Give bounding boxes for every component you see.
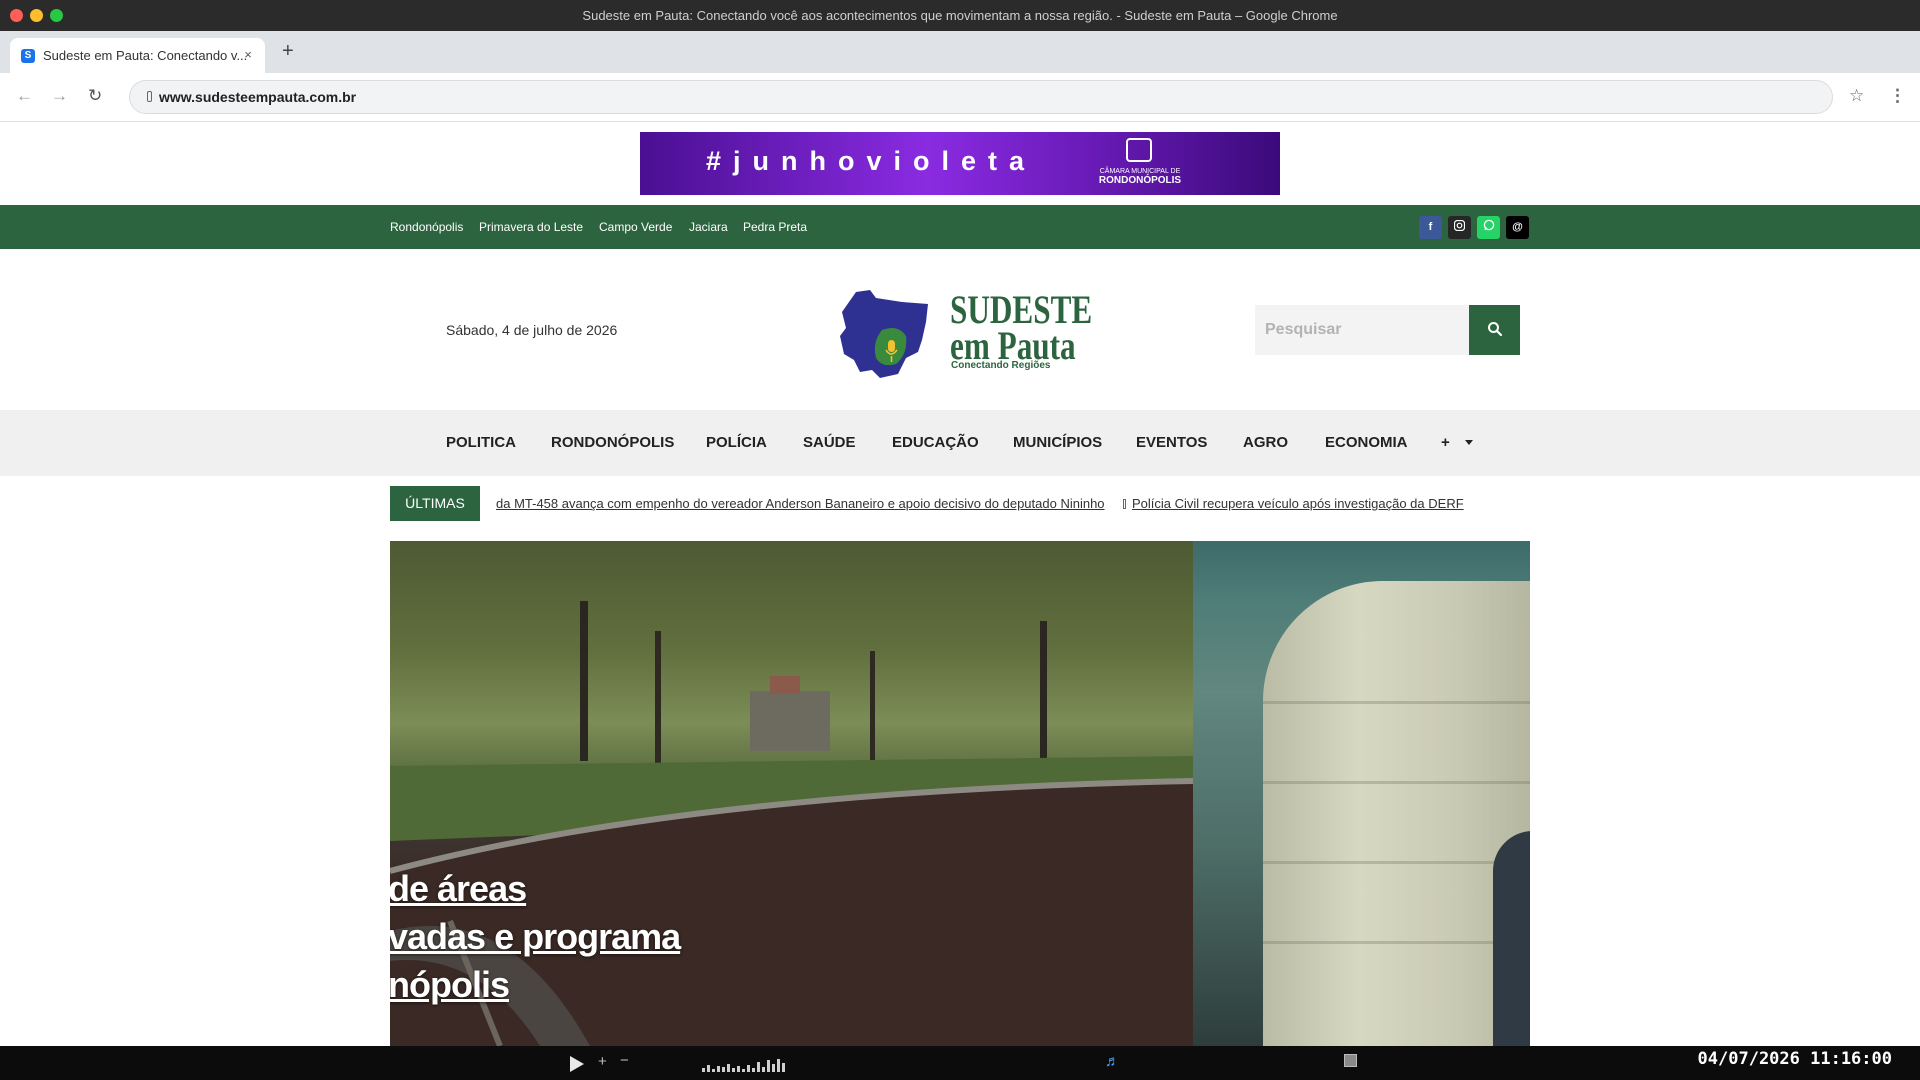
person-shoulder [1493,831,1530,1046]
city-link-rondonopolis[interactable]: Rondonópolis [390,220,463,234]
ticker-item-text: Polícia Civil recupera veículo após inve… [1131,496,1464,511]
more-label: + [1441,434,1450,451]
logo-tagline: Conectando Regiões [951,360,1051,371]
system-clock: 04/07/2026 11:16:00 [1697,1049,1892,1069]
volume-down-icon[interactable]: − [620,1052,629,1069]
browser-tab[interactable]: S Sudeste em Pauta: Conectando v... × [10,38,265,73]
play-icon[interactable] [568,1055,586,1073]
site-info-icon[interactable] [147,91,152,102]
city-link-pedra-preta[interactable]: Pedra Preta [743,220,807,234]
site-logo[interactable]: SUDESTE em Pauta Conectando Regiões [836,284,1092,379]
ticker-label: ÚLTIMAS [390,486,480,521]
council-emblem-icon [1126,138,1152,162]
city-link-jaciara[interactable]: Jaciara [689,220,728,234]
window-icon[interactable] [1344,1054,1357,1067]
favicon-icon: S [21,49,35,63]
whatsapp-icon[interactable] [1477,216,1500,239]
ad-org-name: RONDONÓPOLIS [1098,175,1182,186]
nav-item-municipios[interactable]: MUNICÍPIOS [1013,434,1102,451]
ad-org-subtitle: CÂMARA MUNICIPAL DE [1099,168,1181,175]
nav-item-economia[interactable]: ECONOMIA [1325,434,1408,451]
menu-dots-icon[interactable]: ⋮ [1889,86,1906,106]
browser-toolbar: ← → ↻ www.sudesteempauta.com.br ☆ ⋮ [0,73,1920,122]
volume-up-icon[interactable]: + [598,1053,607,1070]
chair-photo [1263,581,1530,1046]
search-button[interactable] [1469,305,1520,355]
nav-item-eventos[interactable]: EVENTOS [1136,434,1207,451]
nav-item-agro[interactable]: AGRO [1243,434,1288,451]
nav-item-more[interactable]: + [1441,434,1474,451]
instagram-icon[interactable] [1448,216,1471,239]
reload-icon[interactable]: ↻ [88,86,102,106]
nav-item-educacao[interactable]: EDUCAÇÃO [892,434,979,451]
main-nav: POLITICA RONDONÓPOLIS POLÍCIA SAÚDE EDUC… [0,410,1920,476]
new-tab-button[interactable]: + [282,40,294,63]
chevron-down-icon [1464,440,1473,445]
tab-title: Sudeste em Pauta: Conectando v... [43,48,248,63]
window-title: Sudeste em Pauta: Conectando você aos ac… [582,8,1338,23]
headline-line: vadas e programa [390,916,681,957]
threads-icon[interactable]: @ [1506,216,1529,239]
window-titlebar: Sudeste em Pauta: Conectando você aos ac… [0,0,1920,31]
nav-item-politica[interactable]: POLITICA [446,434,516,451]
ad-banner[interactable]: #junhovioleta CÂMARA MUNICIPAL DE RONDON… [640,132,1280,195]
nav-item-saude[interactable]: SAÚDE [803,434,856,451]
ad-hashtag: #junhovioleta [706,146,1037,176]
nav-item-policia[interactable]: POLÍCIA [706,434,767,451]
city-link-campo-verde[interactable]: Campo Verde [599,220,672,234]
hero-headline[interactable]: de áreas vadas e programa nópolis [390,865,681,1009]
search-input[interactable] [1255,305,1469,355]
tab-strip: S Sudeste em Pauta: Conectando v... × + [0,31,1920,73]
audio-visualizer-icon [702,1059,785,1072]
headline-line: nópolis [390,964,510,1005]
facebook-icon[interactable]: f [1419,216,1442,239]
hero-carousel[interactable]: de áreas vadas e programa nópolis [390,541,1530,1046]
close-tab-icon[interactable]: × [240,47,256,63]
url-text: www.sudesteempauta.com.br [159,89,357,105]
hero-slide-image[interactable]: de áreas vadas e programa nópolis [390,541,1193,1046]
current-date: Sábado, 4 de julho de 2026 [446,322,618,338]
bullet-icon [1122,499,1126,509]
system-taskbar: + − ♬ 04/07/2026 11:16:00 [0,1046,1920,1080]
news-ticker: da MT-458 avança com empenho do vereador… [496,486,1464,521]
ticker-item[interactable]: da MT-458 avança com empenho do vereador… [496,486,1105,521]
ticker-item[interactable]: Polícia Civil recupera veículo após inve… [1122,486,1464,521]
hero-side-image[interactable] [1193,541,1530,1046]
bookmark-star-icon[interactable]: ☆ [1849,86,1864,106]
search-icon [1487,321,1502,336]
city-nav-bar: Rondonópolis Primavera do Leste Campo Ve… [0,205,1920,249]
address-bar[interactable]: www.sudesteempauta.com.br [129,80,1833,114]
headline-line: de áreas [390,868,527,909]
city-link-primavera[interactable]: Primavera do Leste [479,220,583,234]
music-note-icon[interactable]: ♬ [1105,1053,1120,1070]
forward-icon[interactable]: → [51,86,68,106]
nav-item-rondonopolis[interactable]: RONDONÓPOLIS [551,434,674,451]
mato-grosso-map-icon [840,290,928,378]
ticker-item-text: da MT-458 avança com empenho do vereador… [496,496,1105,511]
back-icon[interactable]: ← [16,86,33,106]
